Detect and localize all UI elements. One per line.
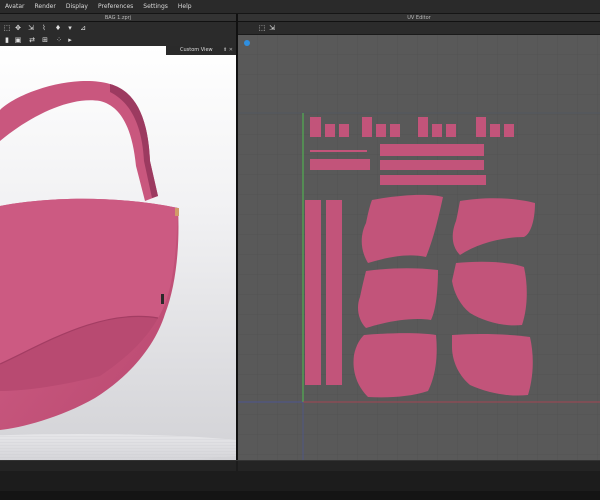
menu-display[interactable]: Display (61, 0, 93, 14)
pin-tool-icon[interactable]: ▾ (66, 24, 74, 32)
3d-panel-title: BAG 1.zprj (0, 14, 236, 22)
bag-3d-model (0, 81, 236, 460)
dropdown-arrow-icon[interactable]: ▸ (66, 36, 74, 44)
garment-tool-icon[interactable]: ▣ (14, 36, 22, 44)
menu-render[interactable]: Render (29, 0, 60, 14)
uv-origin-icon[interactable] (244, 40, 250, 46)
uv-editor-canvas[interactable] (238, 35, 600, 460)
menu-bar: Avatar Render Display Preferences Settin… (0, 0, 600, 14)
status-right (238, 461, 600, 471)
custom-view-controls-icon[interactable]: ⬆ ✕ (223, 46, 233, 55)
avatar-tool-icon[interactable]: ▮ (3, 36, 11, 44)
move-tool-icon[interactable]: ✥ (14, 24, 22, 32)
menu-avatar[interactable]: Avatar (0, 0, 29, 14)
symmetry-tool-icon[interactable]: ⇄ (28, 36, 36, 44)
transform-tool-icon[interactable]: ⇲ (27, 24, 35, 32)
points-tool-icon[interactable]: ⁘ (55, 36, 63, 44)
menu-help[interactable]: Help (173, 0, 197, 14)
uv-layout (238, 35, 600, 460)
select-tool-icon[interactable]: ⬚ (3, 24, 11, 32)
menu-settings[interactable]: Settings (138, 0, 173, 14)
bag-strap (0, 81, 158, 201)
uv-panel-title: UV Editor (238, 14, 600, 22)
custom-view-text: Custom View (180, 47, 213, 53)
measure-tool-icon[interactable]: ⊿ (79, 24, 87, 32)
status-bar (0, 460, 600, 500)
menu-preferences[interactable]: Preferences (93, 0, 138, 14)
3d-viewport[interactable] (0, 46, 236, 460)
uv-transform-icon[interactable]: ⇲ (268, 24, 276, 32)
status-bottom (0, 491, 600, 500)
uv-toolbar: ⬚ ⇲ (238, 22, 600, 35)
fold-tool-icon[interactable]: ⌇ (40, 24, 48, 32)
status-left (0, 461, 236, 471)
custom-view-label[interactable]: Custom View ⬆ ✕ (166, 46, 236, 55)
arrange-tool-icon[interactable]: ⊞ (41, 36, 49, 44)
uv-select-icon[interactable]: ⬚ (258, 24, 266, 32)
buckle (175, 208, 179, 216)
tack-tool-icon[interactable]: ♦ (54, 24, 62, 32)
3d-toolbar: ⬚ ✥ ⇲ ⌇ ♦ ▾ ⊿ ▮ ▣ ⇄ ⊞ ⁘ ▸ (0, 22, 236, 46)
